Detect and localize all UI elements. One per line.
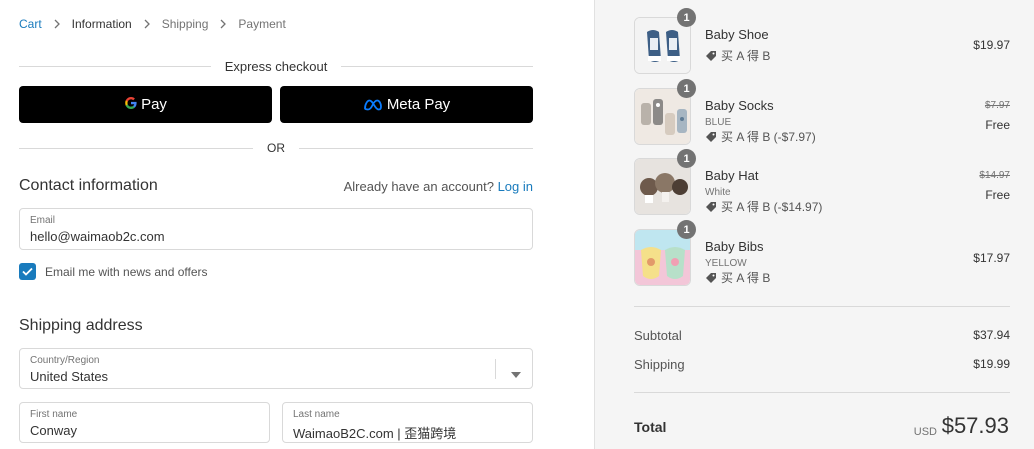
total-value: $57.93 [941, 413, 1009, 438]
product-price: $19.97 [973, 38, 1010, 52]
product-price: $17.97 [973, 251, 1010, 265]
login-link[interactable]: Log in [498, 179, 533, 194]
tag-icon [705, 272, 717, 284]
product-name: Baby Shoe [705, 27, 769, 42]
discount-line: 买 A 得 B (-$7.97) [705, 128, 816, 145]
shipping-label: Shipping [634, 357, 685, 372]
first-name-value[interactable]: Conway [30, 423, 77, 438]
divider [341, 65, 534, 67]
product-variant: BLUE [705, 117, 732, 128]
product-name: Baby Hat [705, 168, 759, 183]
tag-icon [705, 131, 717, 143]
meta-pay-button[interactable]: Meta Pay [280, 86, 533, 123]
first-name-label: First name [30, 409, 78, 420]
email-label: Email [30, 215, 56, 226]
original-price: $7.97 [984, 100, 1010, 111]
shipping-address-title: Shipping address [19, 317, 143, 334]
original-price: $14.97 [979, 170, 1010, 181]
product-variant: YELLOW [705, 258, 747, 269]
discount-line: 买 A 得 B (-$14.97) [705, 198, 822, 215]
discount-text: 买 A 得 B [721, 271, 771, 285]
divider [299, 147, 533, 149]
chevron-right-icon [218, 19, 228, 29]
breadcrumb-shipping: Shipping [161, 17, 209, 31]
tag-icon [705, 201, 717, 213]
discount-text: 买 A 得 B (-$14.97) [721, 200, 823, 214]
free-price: Free [985, 188, 1010, 202]
breadcrumb-information: Information [71, 17, 132, 31]
line-item: 1 Baby Shoe 买 A 得 B $19.97 [634, 8, 1010, 75]
google-icon [124, 96, 138, 114]
newsletter-label: Email me with news and offers [45, 264, 208, 279]
discount-text: 买 A 得 B (-$7.97) [721, 130, 816, 144]
order-summary: 1 Baby Shoe 买 A 得 B $19.97 1 Baby Socks … [594, 0, 1034, 449]
subtotal-value: $37.94 [973, 328, 1010, 342]
express-checkout-header: Express checkout [19, 58, 534, 74]
line-item: 1 Baby Hat White 买 A 得 B (-$14.97) $14.9… [634, 149, 1010, 216]
subtotal-label: Subtotal [634, 328, 682, 343]
or-divider: OR [19, 140, 533, 156]
account-prompt: Already have an account? Log in [344, 179, 533, 194]
shipping-value: $19.99 [973, 357, 1010, 371]
meta-pay-label: Meta Pay [386, 96, 451, 113]
total-label: Total [634, 419, 667, 435]
or-label: OR [267, 141, 285, 155]
breadcrumb: Cart Information Shipping Payment [19, 17, 286, 31]
email-field[interactable]: Email hello@waimaob2c.com [19, 208, 533, 250]
account-prompt-text: Already have an account? [343, 179, 494, 194]
line-item: 1 Baby Bibs YELLOW 买 A 得 B $17.97 [634, 220, 1010, 287]
google-pay-label: Pay [141, 96, 167, 113]
breadcrumb-cart[interactable]: Cart [19, 17, 42, 31]
newsletter-checkbox[interactable] [19, 263, 36, 280]
discount-text: 买 A 得 B [721, 49, 771, 63]
quantity-badge: 1 [677, 220, 696, 239]
product-name: Baby Bibs [705, 239, 764, 254]
meta-icon [363, 99, 383, 111]
select-divider [495, 359, 496, 379]
country-select[interactable]: Country/Region United States [19, 348, 533, 389]
country-label: Country/Region [30, 355, 100, 366]
quantity-badge: 1 [677, 8, 696, 27]
last-name-value[interactable]: WaimaoB2C.com | 歪猫跨境 [293, 423, 456, 442]
email-value[interactable]: hello@waimaob2c.com [30, 229, 165, 244]
checkout-main: Cart Information Shipping Payment Expres… [0, 0, 594, 449]
newsletter-option[interactable]: Email me with news and offers [19, 263, 208, 280]
subtotal-row: Subtotal $37.94 [634, 328, 1010, 343]
free-price: Free [985, 118, 1010, 132]
checkmark-icon [22, 267, 33, 276]
last-name-label: Last name [293, 409, 340, 420]
contact-information-title: Contact information [19, 177, 158, 194]
currency-code: USD [913, 426, 937, 438]
divider [19, 65, 211, 67]
shipping-row: Shipping $19.99 [634, 357, 1010, 372]
chevron-right-icon [142, 19, 152, 29]
divider [19, 147, 253, 149]
last-name-field[interactable]: Last name WaimaoB2C.com | 歪猫跨境 [282, 402, 533, 443]
country-value: United States [30, 369, 109, 384]
quantity-badge: 1 [677, 79, 696, 98]
tag-icon [705, 50, 717, 62]
first-name-field[interactable]: First name Conway [19, 402, 270, 443]
google-pay-button[interactable]: Pay [19, 86, 272, 123]
product-variant: White [705, 187, 731, 198]
discount-line: 买 A 得 B [705, 47, 770, 64]
line-item: 1 Baby Socks BLUE 买 A 得 B (-$7.97) $7.97… [634, 79, 1010, 146]
divider [634, 392, 1010, 393]
divider [634, 306, 1010, 307]
chevron-right-icon [52, 19, 62, 29]
discount-line: 买 A 得 B [705, 269, 770, 286]
breadcrumb-payment: Payment [238, 17, 286, 31]
quantity-badge: 1 [677, 149, 696, 168]
product-name: Baby Socks [705, 98, 774, 113]
chevron-down-icon [511, 365, 521, 383]
express-checkout-title: Express checkout [224, 58, 328, 74]
